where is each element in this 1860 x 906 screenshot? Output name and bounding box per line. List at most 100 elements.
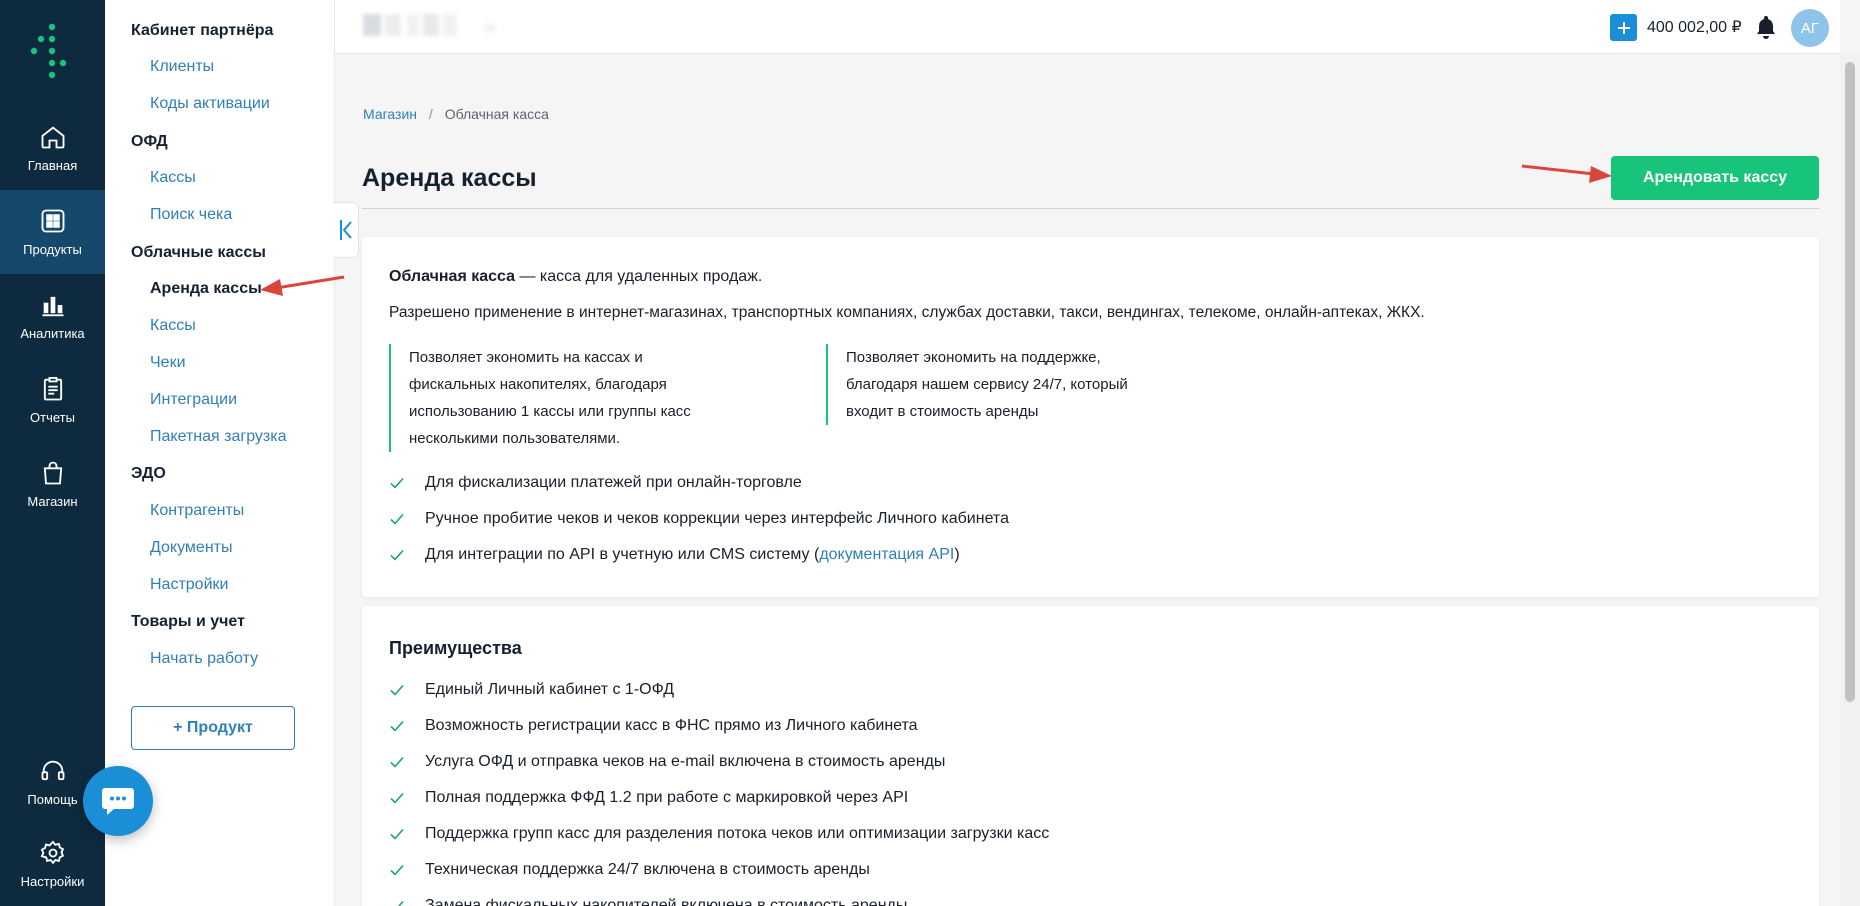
- rail-item-analytics[interactable]: Аналитика: [0, 274, 105, 358]
- benefits-card: Преимущества Единый Личный кабинет с 1-О…: [362, 606, 1819, 906]
- blurred-company-name-4: [423, 14, 439, 36]
- clipboard-icon: [43, 376, 62, 401]
- check-item-text: Для интеграции по API в учетную или CMS …: [425, 546, 820, 563]
- check-item-text: Ручное пробитие чеков и чеков коррекции …: [425, 510, 1009, 527]
- benefit-text: Возможность регистрации касс в ФНС прямо…: [425, 717, 918, 734]
- benefit-item: Полная поддержка ФФД 1.2 при работе с ма…: [389, 789, 908, 807]
- blurred-company-name-2: [385, 14, 401, 36]
- menu-link-counterparties[interactable]: Контрагенты: [150, 502, 244, 520]
- plus-icon: [1617, 21, 1630, 34]
- menu-link-edo-settings[interactable]: Настройки: [150, 576, 228, 594]
- breadcrumb-separator: /: [428, 106, 433, 122]
- check-icon: [390, 684, 404, 696]
- feature-line: благодаря нашем сервису 24/7, который: [846, 376, 1128, 393]
- gear-icon: [40, 840, 64, 865]
- rail-item-shop[interactable]: Магазин: [0, 442, 105, 526]
- rail-item-home[interactable]: Главная: [0, 106, 105, 190]
- menu-group-cloud: Облачные кассы: [131, 244, 266, 261]
- feature-block-savings: Позволяет экономить на кассах и фискальн…: [389, 344, 709, 452]
- check-icon: [390, 792, 404, 804]
- top-up-button[interactable]: [1610, 14, 1637, 41]
- menu-link-receipts[interactable]: Чеки: [150, 354, 186, 372]
- benefit-item: Замена фискальных накопителей включена в…: [389, 897, 907, 906]
- check-item-text-suffix: ): [954, 546, 960, 563]
- intro-lead-rest: — касса для удаленных продаж.: [515, 268, 763, 285]
- benefit-item: Техническая поддержка 24/7 включена в ст…: [389, 861, 870, 879]
- headset-icon: [41, 760, 64, 781]
- check-item-api: Для интеграции по API в учетную или CMS …: [389, 546, 960, 564]
- check-icon: [390, 477, 404, 489]
- intro-lead-bold: Облачная касса: [389, 268, 516, 285]
- benefit-item: Единый Личный кабинет с 1-ОФД: [389, 681, 674, 699]
- breadcrumb: Магазин / Облачная касса: [363, 106, 549, 122]
- benefit-text: Единый Личный кабинет с 1-ОФД: [425, 681, 675, 698]
- menu-link-clients[interactable]: Клиенты: [150, 58, 214, 76]
- logo-icon[interactable]: [30, 22, 74, 82]
- chart-icon: [42, 296, 63, 317]
- menu-link-cloud-kassy[interactable]: Кассы: [150, 317, 196, 335]
- benefit-item: Возможность регистрации касс в ФНС прямо…: [389, 717, 918, 735]
- benefit-text: Замена фискальных накопителей включена в…: [425, 897, 908, 906]
- menu-group-ofd: ОФД: [131, 133, 168, 150]
- feature-line: использованию 1 кассы или группы касс: [409, 403, 691, 420]
- check-item: Ручное пробитие чеков и чеков коррекции …: [389, 510, 1009, 528]
- blurred-company-name-5: [443, 14, 457, 36]
- home-icon: [41, 126, 64, 149]
- rail-item-products[interactable]: Продукты: [0, 190, 105, 274]
- balance-amount: 400 002,00 ₽: [1647, 19, 1742, 36]
- feature-line: фискальных накопителях, благодаря: [409, 376, 667, 393]
- api-docs-link[interactable]: документация API: [819, 546, 954, 564]
- check-icon: [390, 720, 404, 732]
- intro-allowed-text: Разрешено применение в интернет-магазина…: [389, 304, 1425, 321]
- check-item: Для фискализации платежей при онлайн-тор…: [389, 474, 802, 492]
- menu-link-receipt-search[interactable]: Поиск чека: [150, 206, 232, 224]
- bag-icon: [43, 461, 62, 485]
- bell-icon[interactable]: [1754, 14, 1778, 40]
- rail-item-reports[interactable]: Отчеты: [0, 358, 105, 442]
- menu-link-integrations[interactable]: Интеграции: [150, 391, 237, 409]
- intro-card: Облачная касса — касса для удаленных про…: [362, 237, 1819, 597]
- menu-link-ofd-kassy[interactable]: Кассы: [150, 169, 196, 187]
- rail-item-settings[interactable]: Настройки: [0, 822, 105, 906]
- page-scrollbar[interactable]: [1840, 54, 1860, 906]
- feature-line: Позволяет экономить на кассах и: [409, 349, 643, 366]
- check-icon: [390, 513, 404, 525]
- chat-icon: [102, 788, 134, 815]
- main-rail: Главная Продукты Аналитика Отчеты Магази…: [0, 0, 105, 906]
- breadcrumb-shop-link[interactable]: Магазин: [363, 106, 417, 122]
- intro-lead: Облачная касса — касса для удаленных про…: [389, 268, 762, 286]
- breadcrumb-current: Облачная касса: [444, 106, 549, 122]
- blurred-company-name-3: [407, 14, 419, 36]
- add-product-button[interactable]: + Продукт: [131, 706, 295, 750]
- check-icon: [390, 549, 404, 561]
- title-divider: [362, 208, 1819, 209]
- menu-link-get-started[interactable]: Начать работу: [150, 650, 258, 668]
- benefit-item: Услуга ОФД и отправка чеков на e-mail вк…: [389, 753, 945, 771]
- feature-line: входит в стоимость аренды: [846, 403, 1039, 420]
- benefit-text: Поддержка групп касс для разделения пото…: [425, 825, 1050, 842]
- benefit-item: Поддержка групп касс для разделения пото…: [389, 825, 1049, 843]
- annotation-arrowhead-button: [1589, 166, 1612, 183]
- chat-widget-button[interactable]: [83, 766, 153, 836]
- check-icon: [390, 756, 404, 768]
- menu-group-partner: Кабинет партнёра: [131, 22, 274, 39]
- check-item-text: Для фискализации платежей при онлайн-тор…: [425, 474, 802, 491]
- feature-block-support: Позволяет экономить на поддержке, благод…: [826, 344, 1146, 425]
- section-menu: Кабинет партнёра Клиенты Коды активации …: [105, 0, 335, 906]
- benefit-text: Полная поддержка ФФД 1.2 при работе с ма…: [425, 789, 909, 806]
- menu-link-documents[interactable]: Документы: [150, 539, 232, 557]
- page-title: Аренда кассы: [362, 164, 537, 192]
- menu-link-activation-codes[interactable]: Коды активации: [150, 95, 270, 113]
- top-header: 400 002,00 ₽ АГ: [335, 0, 1840, 54]
- check-icon: [390, 828, 404, 840]
- check-icon: [390, 864, 404, 876]
- collapse-sidebar-button[interactable]: [333, 202, 359, 258]
- check-icon: [391, 900, 404, 906]
- rent-kassa-button[interactable]: Арендовать кассу: [1611, 156, 1819, 200]
- user-avatar[interactable]: АГ: [1791, 9, 1829, 47]
- menu-link-rent-kassa[interactable]: Аренда кассы: [150, 280, 262, 298]
- grid-icon: [41, 209, 64, 233]
- blurred-company-name-6: [485, 24, 495, 32]
- menu-link-batch-upload[interactable]: Пакетная загрузка: [150, 428, 287, 446]
- scrollbar-thumb[interactable]: [1845, 62, 1855, 702]
